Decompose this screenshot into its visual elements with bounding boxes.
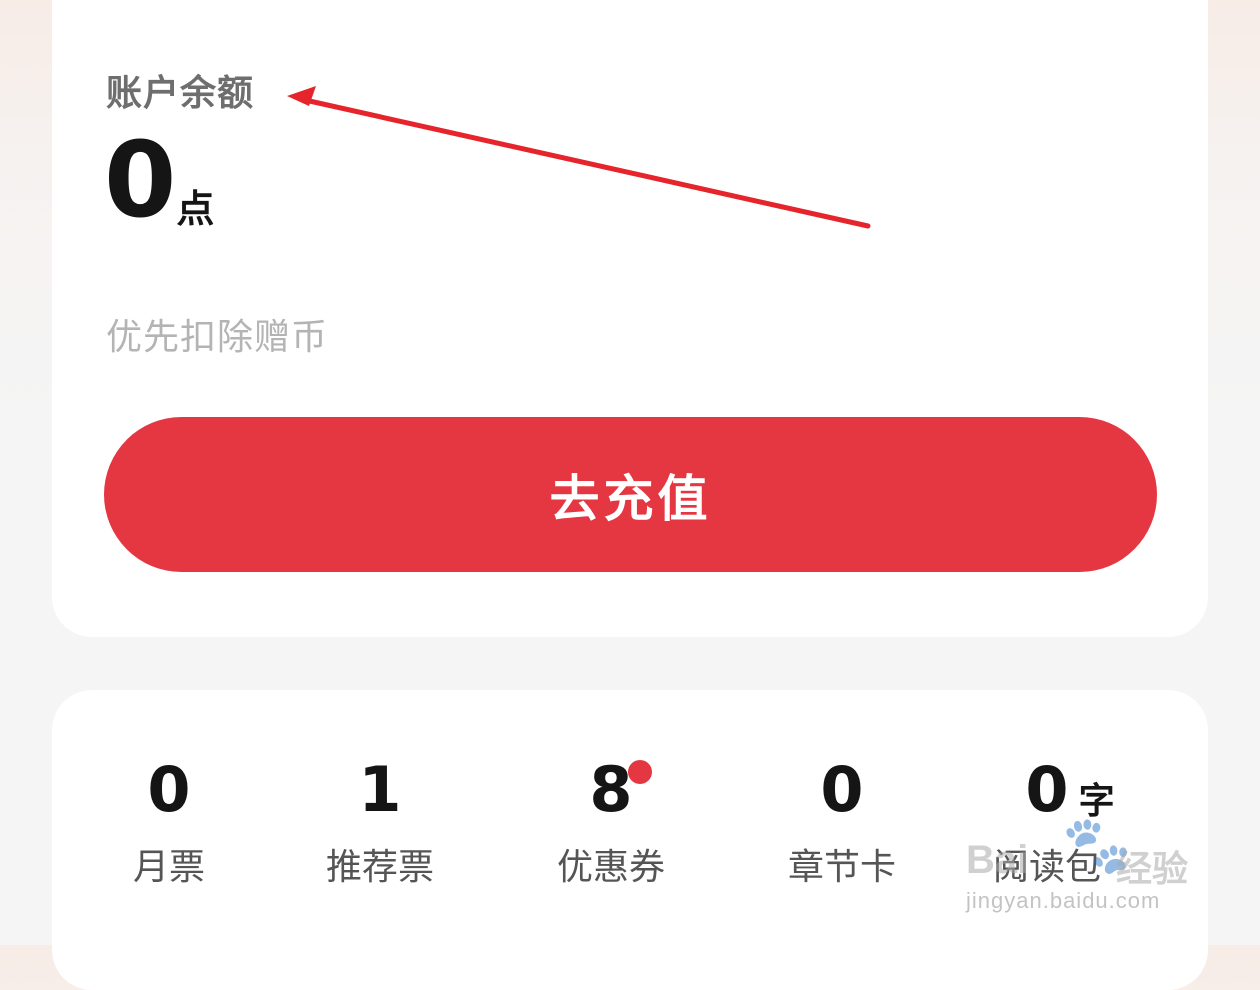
asset-count: 8 [589, 753, 633, 826]
asset-label: 阅读包 [992, 847, 1101, 888]
asset-count: 0 [820, 753, 864, 826]
asset-label: 月票 [132, 847, 205, 888]
notification-dot-icon [628, 760, 652, 784]
balance-amount: 0 [104, 119, 176, 241]
assets-card: 0 月票 1 推荐票 8 优惠券 0 章节卡 0 字 阅读包 [52, 690, 1208, 990]
asset-recommend-ticket[interactable]: 1 推荐票 [290, 750, 470, 890]
asset-chapter-card[interactable]: 0 章节卡 [752, 750, 932, 890]
asset-label: 推荐票 [325, 847, 434, 888]
asset-reading-pack[interactable]: 0 字 阅读包 [957, 750, 1137, 890]
asset-count: 1 [358, 753, 402, 826]
asset-monthly-ticket[interactable]: 0 月票 [79, 750, 259, 890]
asset-coupon[interactable]: 8 优惠券 [521, 750, 701, 890]
balance-label: 账户余额 [106, 73, 255, 114]
asset-label: 章节卡 [787, 847, 896, 888]
balance-hint: 优先扣除赠币 [106, 317, 329, 358]
asset-count: 0 [147, 753, 191, 826]
asset-count-unit: 字 [1078, 781, 1115, 822]
balance-card: 账户余额 0 点 优先扣除赠币 去充值 [52, 0, 1208, 637]
balance-value: 0 点 [104, 128, 214, 232]
balance-unit: 点 [176, 187, 215, 231]
recharge-button[interactable]: 去充值 [104, 417, 1157, 572]
asset-label: 优惠券 [556, 847, 665, 888]
asset-count: 0 [1025, 753, 1069, 826]
